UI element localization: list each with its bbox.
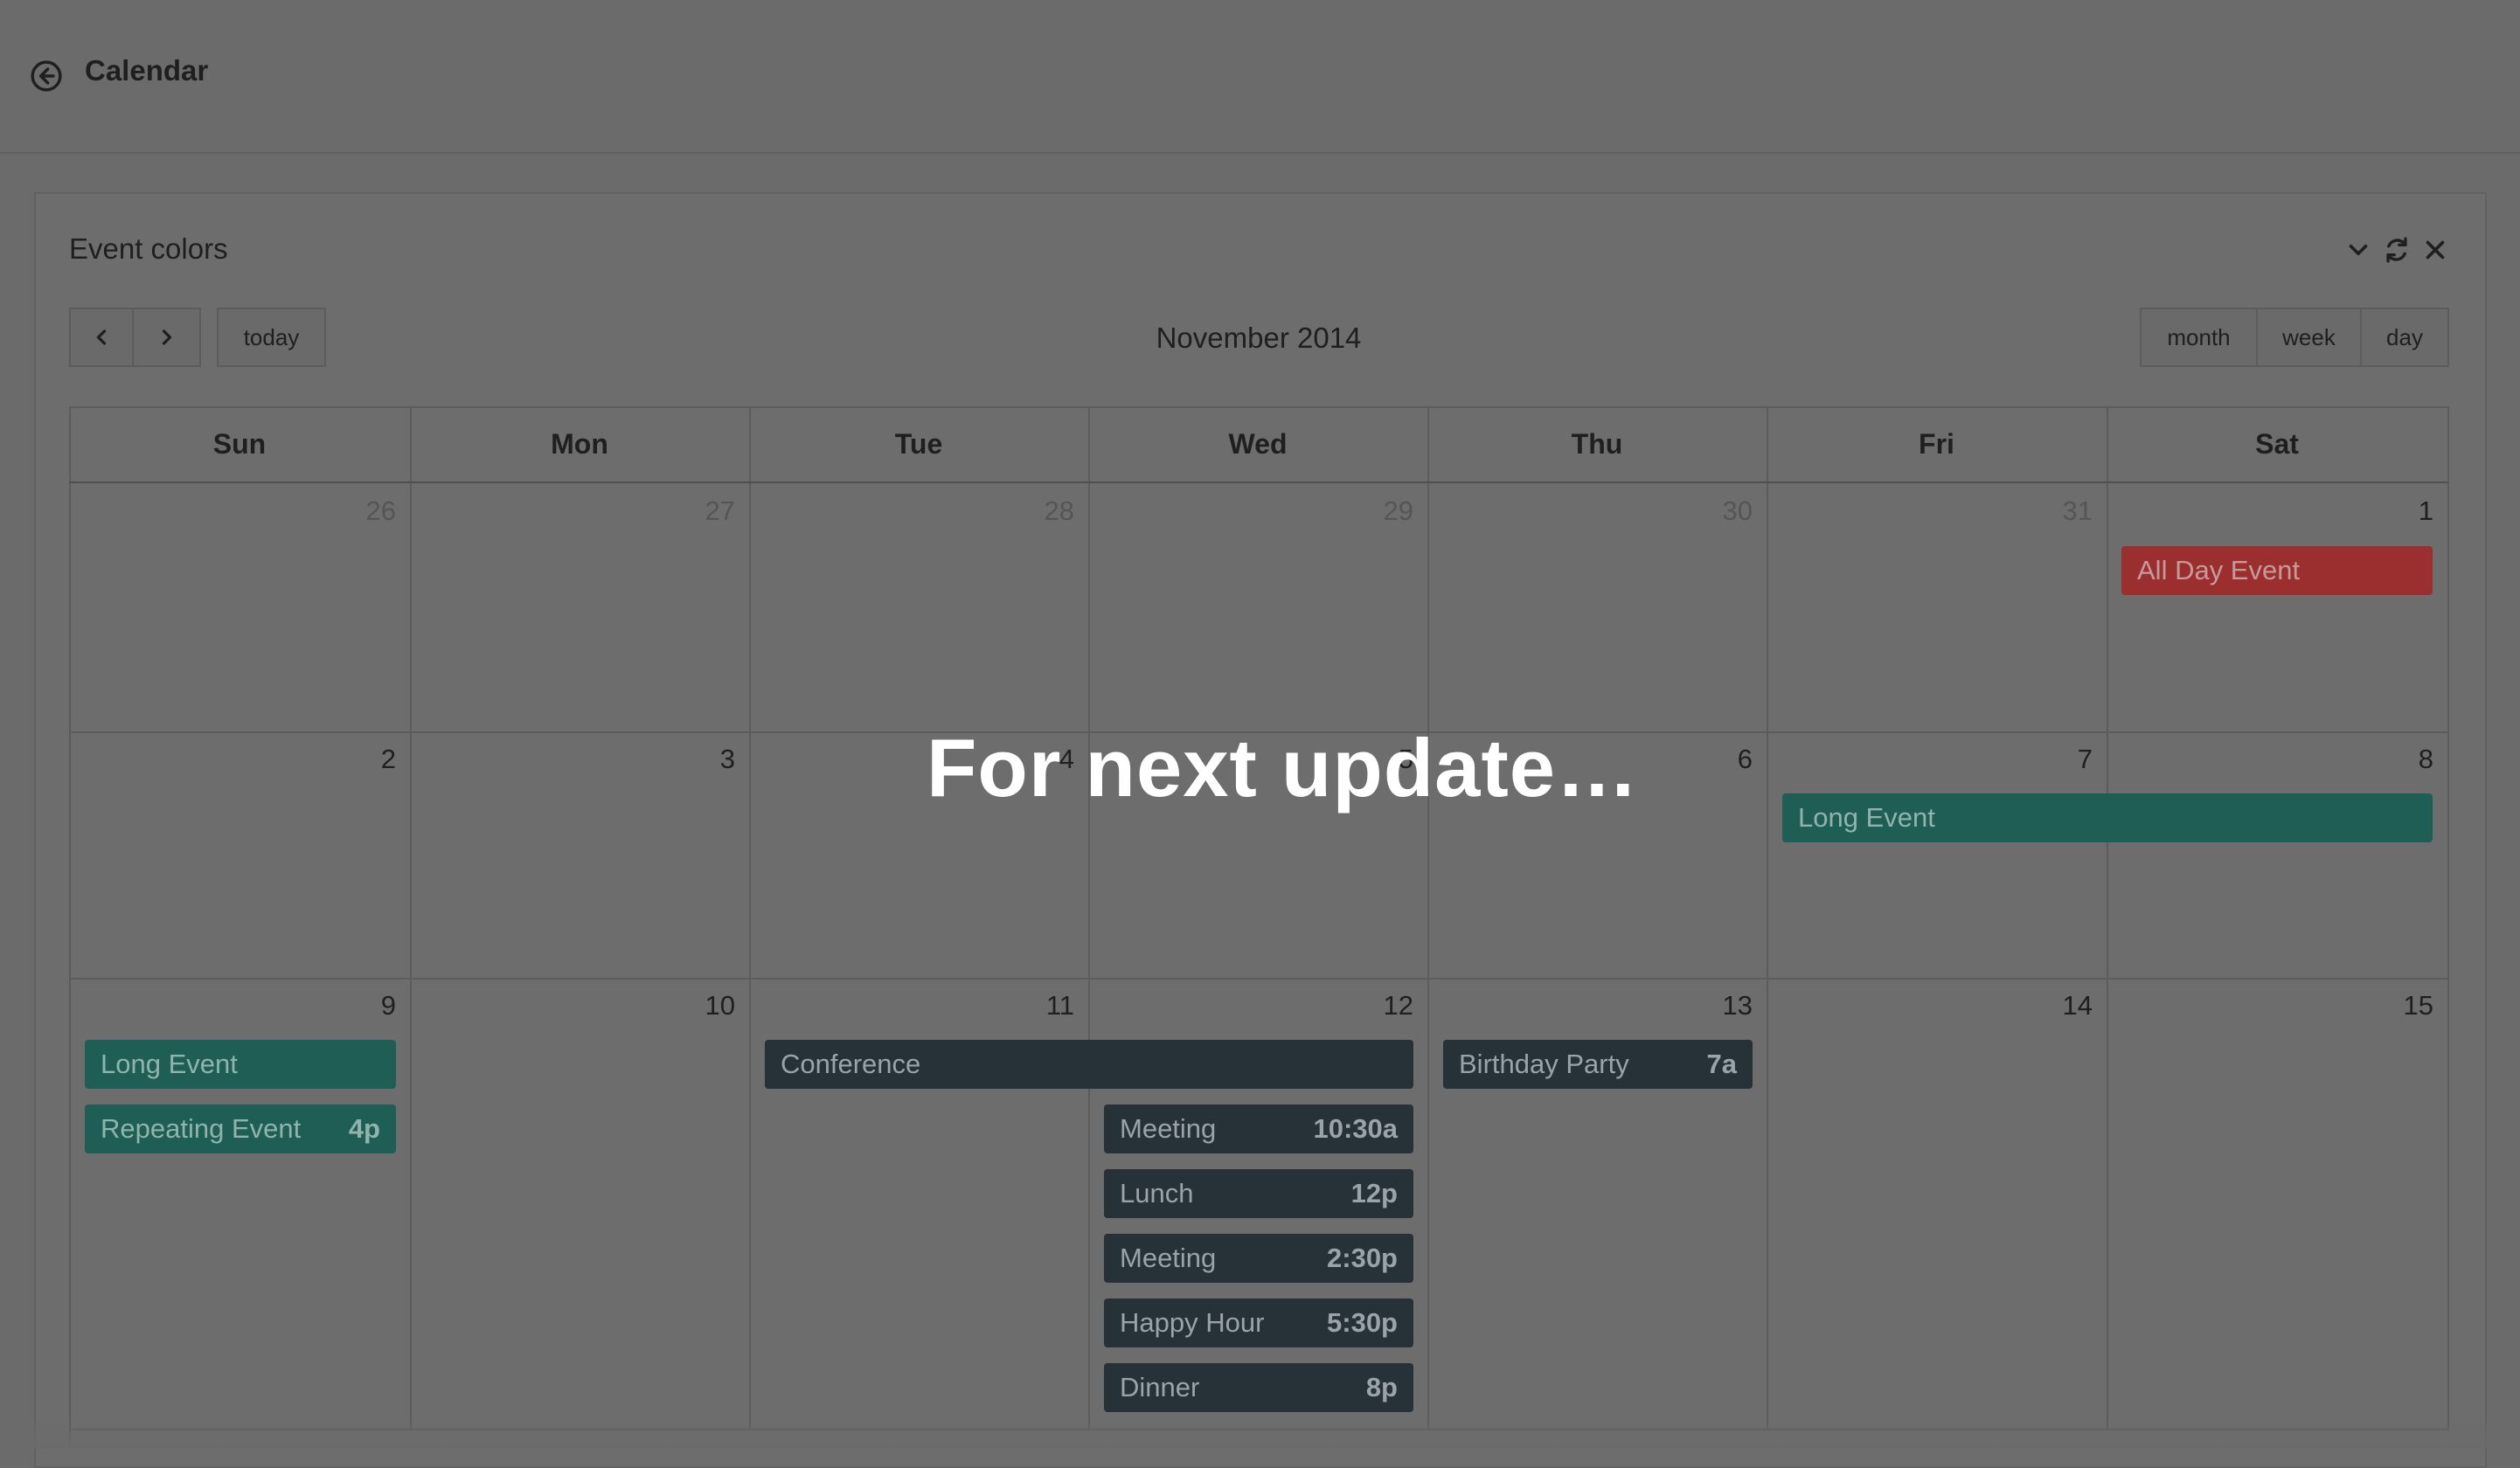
refresh-icon[interactable] (2382, 235, 2412, 265)
event-repeating[interactable]: Repeating Event 4p (85, 1104, 396, 1153)
day-number: 2 (380, 744, 396, 774)
event-long-event[interactable]: Long Event (1782, 793, 2433, 842)
event-all-day[interactable]: All Day Event (2121, 546, 2433, 595)
event-title: Conference (781, 1049, 921, 1079)
chevron-left-icon (96, 329, 107, 345)
event-meeting[interactable]: Meeting 10:30a (1104, 1104, 1413, 1153)
next-button[interactable] (132, 308, 201, 367)
month-title: November 2014 (1156, 322, 1362, 354)
event-title: Happy Hour (1120, 1307, 1265, 1338)
weekday-header: Sun (69, 406, 412, 483)
event-title: Meeting (1120, 1243, 1217, 1273)
day-cell[interactable]: 30 (1427, 483, 1768, 733)
day-cell[interactable]: 29 (1088, 483, 1429, 733)
day-cell[interactable]: 26 (69, 483, 412, 733)
day-cell[interactable]: 2 (69, 731, 412, 980)
event-time: 5:30p (1327, 1307, 1398, 1338)
event-time: 4p (348, 1113, 380, 1144)
weekday-header: Mon (410, 406, 751, 483)
event-dinner[interactable]: Dinner 8p (1104, 1363, 1413, 1412)
day-number: 28 (1044, 495, 1074, 526)
event-long-event[interactable]: Long Event (85, 1040, 396, 1089)
day-number: 10 (705, 990, 735, 1021)
day-cell[interactable]: 1 (2107, 483, 2449, 733)
day-cell[interactable]: 28 (749, 483, 1090, 733)
view-day-button[interactable]: day (2360, 308, 2449, 367)
day-number: 31 (2062, 495, 2093, 526)
event-title: Long Event (101, 1049, 238, 1079)
event-title: Lunch (1120, 1178, 1194, 1208)
day-number: 3 (719, 744, 735, 774)
weekday-header: Fri (1767, 406, 2108, 483)
day-number: 27 (705, 495, 735, 526)
page-title: Calendar (85, 54, 209, 87)
day-number: 14 (2062, 990, 2093, 1021)
day-number: 30 (1722, 495, 1753, 526)
chevron-down-icon[interactable] (2343, 235, 2373, 265)
day-number: 13 (1722, 990, 1753, 1021)
day-cell[interactable]: 31 (1767, 483, 2108, 733)
day-cell[interactable]: 14 (1767, 978, 2108, 1430)
event-lunch[interactable]: Lunch 12p (1104, 1169, 1413, 1218)
day-number: 1 (2418, 495, 2433, 526)
event-birthday-party[interactable]: Birthday Party 7a (1443, 1040, 1753, 1089)
back-icon[interactable] (30, 59, 63, 93)
chevron-right-icon (162, 329, 171, 345)
event-title: Long Event (1798, 802, 1935, 833)
event-time: 10:30a (1313, 1113, 1398, 1144)
view-month-button[interactable]: month (2140, 308, 2258, 367)
event-title: Dinner (1120, 1372, 1200, 1402)
day-cell[interactable]: 15 (2107, 978, 2449, 1430)
event-time: 2:30p (1327, 1243, 1398, 1273)
day-number: 15 (2403, 990, 2433, 1021)
day-number: 29 (1383, 495, 1413, 526)
weekday-header: Thu (1427, 406, 1768, 483)
event-time: 12p (1350, 1178, 1398, 1208)
day-number: 6 (1737, 744, 1753, 774)
day-cell[interactable]: 3 (410, 731, 751, 980)
day-cell[interactable]: 8 (2107, 731, 2449, 980)
event-title: Repeating Event (101, 1113, 302, 1144)
overlay-message: For next update… (927, 722, 1640, 814)
day-number: 9 (380, 990, 396, 1021)
day-number: 12 (1383, 990, 1413, 1021)
close-icon[interactable] (2420, 235, 2450, 265)
event-happy-hour[interactable]: Happy Hour 5:30p (1104, 1298, 1413, 1347)
top-bar: Calendar (0, 0, 2520, 154)
day-number: 11 (1045, 990, 1074, 1021)
event-conference[interactable]: Conference (765, 1040, 1413, 1089)
day-cell[interactable]: 27 (410, 483, 751, 733)
event-time: 7a (1706, 1049, 1737, 1079)
bottom-fade (0, 1420, 2520, 1448)
event-time: 8p (1365, 1372, 1398, 1402)
event-title: Meeting (1120, 1113, 1217, 1144)
day-number: 26 (365, 495, 396, 526)
weekday-header: Sat (2107, 406, 2449, 483)
event-meeting[interactable]: Meeting 2:30p (1104, 1234, 1413, 1283)
today-button[interactable]: today (217, 308, 326, 367)
view-week-button[interactable]: week (2256, 308, 2362, 367)
weekday-header: Wed (1088, 406, 1429, 483)
card-title: Event colors (69, 232, 228, 265)
day-cell[interactable]: 7 (1767, 731, 2108, 980)
weekday-header: Tue (749, 406, 1090, 483)
event-title: Birthday Party (1459, 1049, 1629, 1079)
day-number: 7 (2077, 744, 2093, 774)
day-cell[interactable]: 10 (410, 978, 751, 1430)
day-number: 8 (2418, 744, 2433, 774)
event-title: All Day Event (2137, 555, 2301, 585)
prev-button[interactable] (69, 308, 134, 367)
